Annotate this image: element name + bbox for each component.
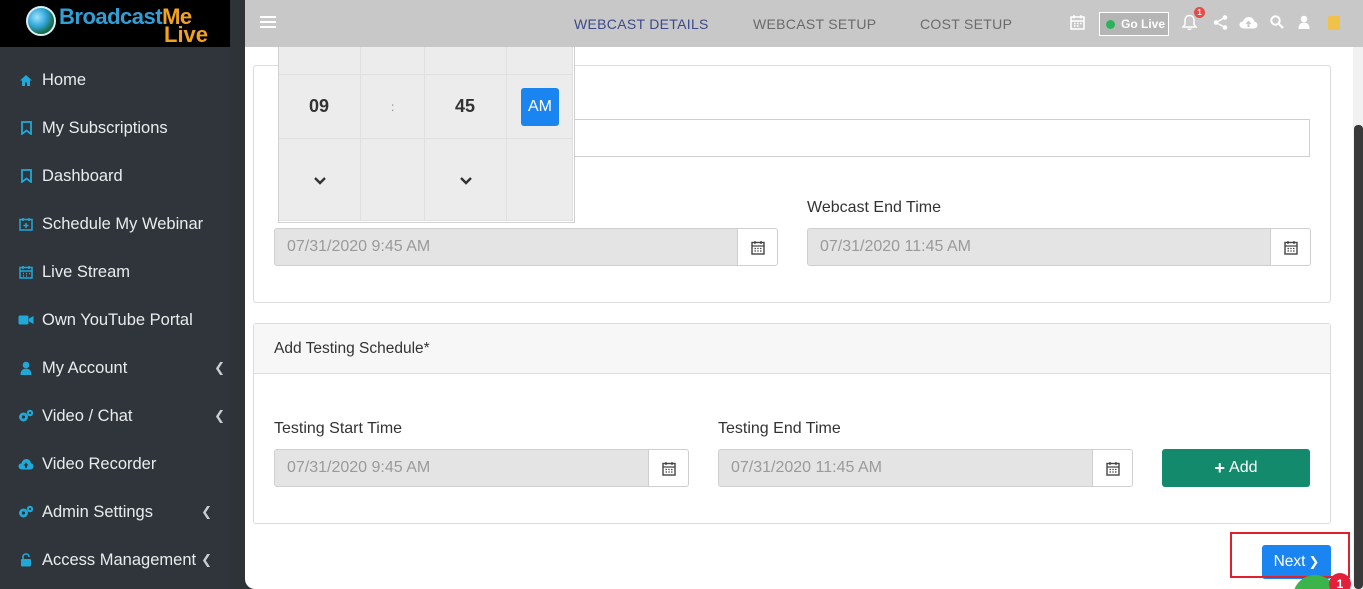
- globe-logo-icon: [26, 6, 56, 36]
- testing-end-time-input[interactable]: 07/31/2020 11:45 AM: [718, 449, 1093, 487]
- status-indicator: [1328, 16, 1340, 30]
- sidebar-item-label: Admin Settings: [42, 502, 153, 521]
- bookmark-icon: [18, 120, 34, 136]
- sidebar-item-label: Dashboard: [42, 166, 123, 185]
- sidebar-item-label: Schedule My Webinar: [42, 214, 204, 233]
- title-input[interactable]: [559, 119, 1310, 157]
- time-picker-cell: [361, 47, 425, 75]
- start-time-calendar-button[interactable]: [737, 228, 778, 266]
- calendar-icon: [750, 240, 765, 255]
- hour-decrement-chevron-down-icon[interactable]: [313, 176, 327, 186]
- scrollbar-thumb[interactable]: [1354, 125, 1363, 589]
- sidebar-item-own-youtube-portal[interactable]: Own YouTube Portal: [0, 296, 230, 344]
- sidebar-item-admin-settings[interactable]: Admin Settings ❮: [0, 488, 230, 536]
- webcast-start-time-input[interactable]: 07/31/2020 9:45 AM: [274, 228, 738, 266]
- time-picker-cell: [279, 47, 361, 75]
- time-picker-cell: [507, 139, 573, 221]
- sidebar-item-label: My Account: [42, 358, 128, 377]
- sidebar-item-label: Access Management: [42, 550, 197, 569]
- sidebar: BroadcastMe Live Home My Subscriptions D…: [0, 0, 230, 589]
- testing-schedule-header: Add Testing Schedule*: [254, 324, 1330, 374]
- hamburger-menu-icon[interactable]: [260, 16, 276, 30]
- sidebar-item-label: Home: [42, 70, 87, 89]
- tab-webcast-details[interactable]: WEBCAST DETAILS: [574, 16, 709, 32]
- chevron-left-icon: ❮: [201, 552, 212, 567]
- sidebar-item-label: Video Recorder: [42, 454, 157, 473]
- calendar-icon: [18, 264, 34, 280]
- notification-badge: 1: [1194, 7, 1205, 18]
- user-icon[interactable]: [1298, 15, 1310, 34]
- calendar-plus-icon: [18, 216, 34, 232]
- cloud-upload-icon[interactable]: [1239, 16, 1258, 34]
- testing-start-time-label: Testing Start Time: [274, 420, 403, 437]
- sidebar-item-access-management[interactable]: Access Management ❮: [0, 536, 230, 584]
- add-testing-schedule-button[interactable]: + Add: [1162, 449, 1310, 487]
- sidebar-item-video-chat[interactable]: Video / Chat ❮: [0, 392, 230, 440]
- sidebar-item-home[interactable]: Home: [0, 56, 230, 104]
- user-icon: [18, 360, 34, 376]
- tab-webcast-setup[interactable]: WEBCAST SETUP: [753, 16, 876, 32]
- sidebar-item-live-stream[interactable]: Live Stream: [0, 248, 230, 296]
- sidebar-item-my-subscriptions[interactable]: My Subscriptions: [0, 104, 230, 152]
- cloud-upload-icon: [18, 456, 34, 472]
- chevron-left-icon: ❮: [214, 408, 225, 423]
- chat-badge: 1: [1329, 573, 1351, 589]
- sidebar-item-label: My Subscriptions: [42, 118, 168, 137]
- webcast-end-time-label: Webcast End Time: [807, 199, 941, 216]
- calendar-icon: [1105, 461, 1120, 476]
- gears-icon: [18, 504, 34, 520]
- share-icon[interactable]: [1213, 15, 1228, 35]
- bookmark-icon: [18, 168, 34, 184]
- time-picker-cell: [507, 47, 573, 75]
- lock-icon: [18, 552, 34, 568]
- am-pm-toggle-button[interactable]: AM: [521, 88, 559, 126]
- bell-icon[interactable]: [1181, 14, 1198, 36]
- testing-end-calendar-button[interactable]: [1092, 449, 1133, 487]
- time-picker-cell: [361, 139, 425, 221]
- top-bar: WEBCAST DETAILS WEBCAST SETUP COST SETUP…: [245, 0, 1363, 47]
- hour-value[interactable]: 09: [309, 96, 329, 117]
- go-live-label: Go Live: [1121, 17, 1166, 31]
- chevron-left-icon: ❮: [214, 360, 225, 375]
- video-camera-icon: [18, 312, 34, 328]
- sidebar-item-video-recorder[interactable]: Video Recorder: [0, 440, 230, 488]
- chevron-left-icon: ❮: [201, 504, 212, 519]
- calendar-icon: [661, 461, 676, 476]
- sidebar-item-dashboard[interactable]: Dashboard: [0, 152, 230, 200]
- testing-end-time-label: Testing End Time: [718, 420, 841, 437]
- plus-icon: +: [1214, 457, 1226, 478]
- sidebar-item-label: Live Stream: [42, 262, 131, 281]
- search-icon[interactable]: [1270, 15, 1284, 34]
- sidebar-item-my-account[interactable]: My Account ❮: [0, 344, 230, 392]
- minute-decrement-chevron-down-icon[interactable]: [459, 176, 473, 186]
- testing-start-calendar-button[interactable]: [648, 449, 689, 487]
- home-icon: [18, 72, 34, 88]
- logo[interactable]: BroadcastMe Live: [0, 0, 230, 47]
- add-button-label: Add: [1229, 459, 1258, 476]
- time-picker-cell: [425, 47, 507, 75]
- highlight-box: [1230, 532, 1350, 578]
- webcast-end-time-input[interactable]: 07/31/2020 11:45 AM: [807, 228, 1271, 266]
- gears-icon: [18, 408, 34, 424]
- sidebar-item-label: Video / Chat: [42, 406, 133, 425]
- calendar-icon[interactable]: [1070, 14, 1085, 35]
- calendar-icon: [1283, 240, 1298, 255]
- sidebar-item-label: Own YouTube Portal: [42, 310, 193, 329]
- tab-cost-setup[interactable]: COST SETUP: [920, 16, 1012, 32]
- time-separator: :: [391, 100, 395, 114]
- sidebar-item-schedule-my-webinar[interactable]: Schedule My Webinar: [0, 200, 230, 248]
- testing-start-time-input[interactable]: 07/31/2020 9:45 AM: [274, 449, 649, 487]
- logo-word-broadcast: Broadcast: [59, 4, 163, 29]
- live-status-dot: [1106, 19, 1115, 29]
- end-time-calendar-button[interactable]: [1270, 228, 1311, 266]
- minute-value[interactable]: 45: [455, 96, 475, 117]
- go-live-button[interactable]: Go Live: [1099, 12, 1169, 36]
- logo-word-live: Live: [164, 22, 209, 47]
